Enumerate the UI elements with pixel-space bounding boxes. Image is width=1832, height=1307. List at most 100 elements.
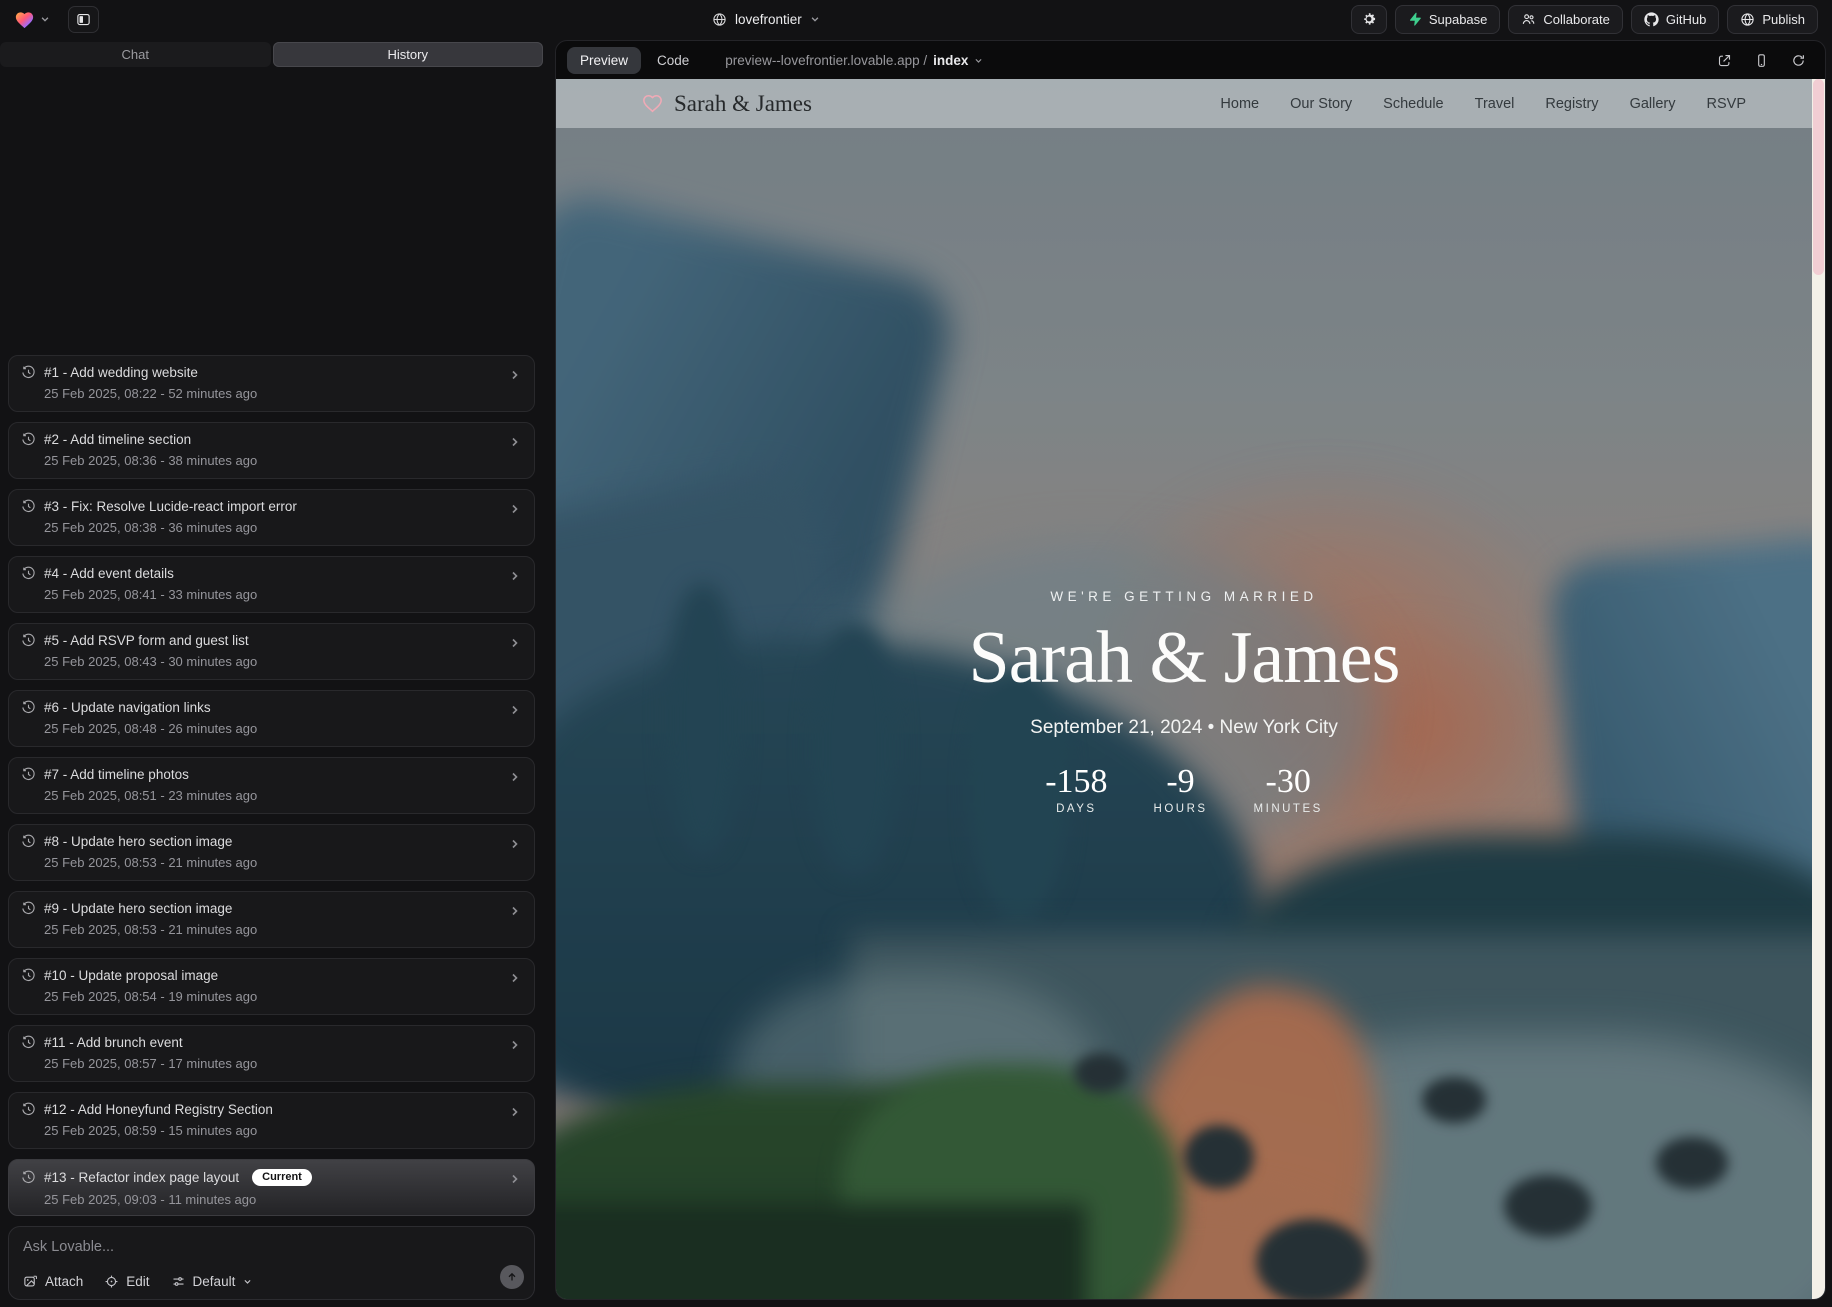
history-restore-icon	[21, 767, 36, 782]
history-item-timestamp: 25 Feb 2025, 08:53 - 21 minutes ago	[44, 922, 522, 937]
history-restore-icon	[21, 633, 36, 648]
countdown-unit: -30MINUTES	[1254, 763, 1323, 815]
chevron-right-icon	[509, 1039, 521, 1051]
chevron-right-icon	[509, 637, 521, 649]
history-item[interactable]: #11 - Add brunch event 25 Feb 2025, 08:57…	[8, 1025, 535, 1082]
gear-icon	[1361, 11, 1377, 27]
history-item-timestamp: 25 Feb 2025, 09:03 - 11 minutes ago	[44, 1192, 522, 1207]
site-nav-link-registry[interactable]: Registry	[1545, 96, 1598, 112]
github-icon	[1644, 12, 1659, 27]
chevron-right-icon	[509, 369, 521, 381]
countdown-unit: -158DAYS	[1045, 763, 1107, 815]
supabase-button[interactable]: Supabase	[1395, 5, 1501, 34]
globe-icon	[712, 12, 727, 27]
site-nav-link-rsvp[interactable]: RSVP	[1707, 96, 1747, 112]
history-item[interactable]: #5 - Add RSVP form and guest list25 Feb …	[8, 623, 535, 680]
history-item-title: #8 - Update hero section image	[44, 834, 232, 849]
site-nav-link-home[interactable]: Home	[1220, 96, 1259, 112]
lovable-logo[interactable]	[14, 10, 35, 29]
site-nav-link-gallery[interactable]: Gallery	[1630, 96, 1676, 112]
history-item[interactable]: #1 - Add wedding website25 Feb 2025, 08:…	[8, 355, 535, 412]
collaborate-button[interactable]: Collaborate	[1508, 5, 1623, 34]
site-nav-link-our-story[interactable]: Our Story	[1290, 96, 1352, 112]
preview-toolbar: Preview Code preview--lovefrontier.lovab…	[556, 41, 1825, 79]
history-item[interactable]: #13 - Refactor index page layoutCurrent2…	[8, 1159, 535, 1216]
hero-eyebrow: WE'RE GETTING MARRIED	[556, 589, 1812, 604]
tab-chat[interactable]: Chat	[0, 42, 271, 67]
history-item[interactable]: #12 - Add Honeyfund Registry Section 25 F…	[8, 1092, 535, 1149]
prompt-composer[interactable]: Ask Lovable... Attach Edit Default	[8, 1226, 535, 1300]
history-item-title: #11 - Add brunch event	[44, 1035, 183, 1050]
countdown: -158DAYS-9HOURS-30MINUTES	[556, 763, 1812, 815]
chevron-right-icon	[509, 1173, 521, 1185]
site-viewport: Sarah & James Home Our Story Schedule Trave…	[556, 79, 1825, 1299]
tab-history[interactable]: History	[273, 42, 544, 67]
site-scrollbar[interactable]	[1812, 79, 1825, 1299]
prompt-input[interactable]: Ask Lovable...	[23, 1239, 520, 1255]
history-item-timestamp: 25 Feb 2025, 08:57 - 17 minutes ago	[44, 1056, 522, 1071]
history-item[interactable]: #8 - Update hero section image25 Feb 202…	[8, 824, 535, 881]
refresh-icon[interactable]	[1791, 53, 1806, 68]
site-scrollbar-thumb[interactable]	[1813, 79, 1824, 275]
chevron-right-icon	[509, 503, 521, 515]
settings-button[interactable]	[1351, 5, 1387, 34]
open-in-new-window-icon[interactable]	[1717, 53, 1732, 68]
chevron-right-icon	[509, 1106, 521, 1118]
site-nav-link-schedule[interactable]: Schedule	[1383, 96, 1443, 112]
attach-image-icon	[23, 1274, 38, 1289]
tab-preview[interactable]: Preview	[567, 47, 641, 74]
history-item[interactable]: #7 - Add timeline photos25 Feb 2025, 08:…	[8, 757, 535, 814]
hero-title: Sarah & James	[556, 616, 1812, 701]
tab-code[interactable]: Code	[645, 47, 701, 74]
history-restore-icon	[21, 365, 36, 380]
edit-mode-button[interactable]: Edit	[104, 1274, 149, 1289]
history-item-title: #9 - Update hero section image	[44, 901, 232, 916]
mobile-view-icon[interactable]	[1754, 53, 1769, 68]
history-item-timestamp: 25 Feb 2025, 08:38 - 36 minutes ago	[44, 520, 522, 535]
sidebar-tabs: Chat History	[0, 42, 543, 67]
history-item[interactable]: #4 - Add event details25 Feb 2025, 08:41…	[8, 556, 535, 613]
toggle-sidebar-button[interactable]	[68, 6, 99, 33]
url-chevron-down-icon	[974, 56, 983, 65]
countdown-value: -9	[1154, 763, 1208, 800]
history-restore-icon	[21, 700, 36, 715]
preview-url[interactable]: preview--lovefrontier.lovable.app / inde…	[725, 53, 983, 68]
attach-button[interactable]: Attach	[23, 1274, 83, 1289]
logo-chevron-down-icon[interactable]	[40, 14, 50, 24]
supabase-icon	[1408, 12, 1422, 26]
history-item-timestamp: 25 Feb 2025, 08:54 - 19 minutes ago	[44, 989, 522, 1004]
project-name: lovefrontier	[735, 12, 802, 27]
history-restore-icon	[21, 566, 36, 581]
history-item-timestamp: 25 Feb 2025, 08:48 - 26 minutes ago	[44, 721, 522, 736]
send-button[interactable]	[500, 1265, 524, 1289]
project-switcher[interactable]: lovefrontier	[712, 0, 820, 38]
github-button[interactable]: GitHub	[1631, 5, 1719, 34]
history-item-timestamp: 25 Feb 2025, 08:43 - 30 minutes ago	[44, 654, 522, 669]
history-item[interactable]: #3 - Fix: Resolve Lucide-react import er…	[8, 489, 535, 546]
site-nav-link-travel[interactable]: Travel	[1475, 96, 1515, 112]
history-restore-icon	[21, 1170, 36, 1185]
chevron-right-icon	[509, 905, 521, 917]
history-item[interactable]: #9 - Update hero section image 25 Feb 202…	[8, 891, 535, 948]
chevron-right-icon	[509, 838, 521, 850]
history-restore-icon	[21, 968, 36, 983]
history-item[interactable]: #10 - Update proposal image25 Feb 2025, …	[8, 958, 535, 1015]
sliders-icon	[171, 1274, 186, 1289]
history-item-title: #7 - Add timeline photos	[44, 767, 189, 782]
publish-globe-icon	[1740, 12, 1755, 27]
history-restore-icon	[21, 1102, 36, 1117]
history-restore-icon	[21, 499, 36, 514]
countdown-label: DAYS	[1045, 803, 1107, 815]
edit-target-icon	[104, 1274, 119, 1289]
history-item-title: #12 - Add Honeyfund Registry Section	[44, 1102, 273, 1117]
history-item-timestamp: 25 Feb 2025, 08:59 - 15 minutes ago	[44, 1123, 522, 1138]
history-restore-icon	[21, 432, 36, 447]
site-brand[interactable]: Sarah & James	[642, 91, 812, 117]
history-item[interactable]: #6 - Update navigation links25 Feb 2025,…	[8, 690, 535, 747]
countdown-value: -30	[1254, 763, 1323, 800]
model-selector[interactable]: Default	[171, 1274, 253, 1289]
history-item-title: #1 - Add wedding website	[44, 365, 198, 380]
history-list: #1 - Add wedding website 25 Feb 2025, 08:…	[8, 355, 535, 1226]
history-item[interactable]: #2 - Add timeline section25 Feb 2025, 08…	[8, 422, 535, 479]
publish-button[interactable]: Publish	[1727, 5, 1818, 34]
